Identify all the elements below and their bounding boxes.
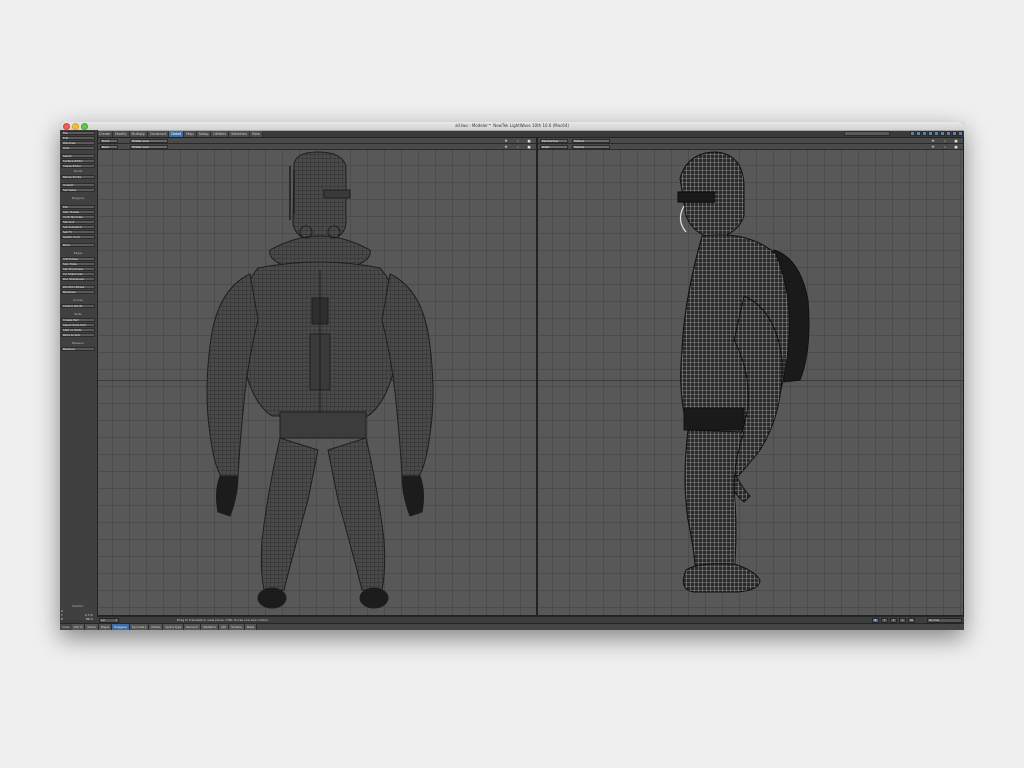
bottom-button-polygons[interactable]: Polygons — [112, 624, 130, 630]
position-z: Z 89 m — [61, 617, 93, 621]
move-icon[interactable]: ✥ — [931, 145, 935, 149]
section-heading-measure: Measure — [72, 341, 84, 345]
sidebar-button-windows[interactable]: Windows — [61, 141, 95, 145]
bottom-button-points[interactable]: Points — [85, 624, 99, 630]
sidebar-button-edit[interactable]: Edit — [61, 136, 95, 140]
section-heading-parts: Parts — [74, 312, 82, 316]
move-icon[interactable]: ✥ — [504, 139, 508, 143]
tool-sidebar: Position X Y 2.7 m Z 89 m File Edit Windows H… — [60, 130, 98, 621]
sidebar-button-split-on-parts[interactable]: Split on Parts — [61, 328, 95, 332]
viewport-grid — [98, 150, 536, 615]
window-title: all.lwo - Modeler™ NewTek LightWave 10th… — [455, 123, 569, 128]
bottom-toolbar: Scale 100 m Points Edges Polygons Symmetry Mod… — [60, 623, 964, 630]
layer-buttons — [910, 131, 963, 136]
view-type-dropdown[interactable]: Front — [100, 139, 118, 143]
section-heading-polygons: Polygons — [71, 196, 85, 200]
maximize-icon[interactable]: ■ — [527, 139, 531, 143]
sidebar-button-spin-edge[interactable]: Spin Edge — [61, 262, 95, 266]
viewport-grid-right — [538, 150, 963, 615]
modeler-window: all.lwo - Modeler™ NewTek LightWave 10th… — [60, 122, 964, 630]
sidebar-button-set-cint[interactable]: Set Cint — [61, 220, 95, 224]
maximize-icon[interactable]: ■ — [527, 145, 531, 149]
bottom-button-info[interactable]: Info — [218, 624, 230, 630]
bottom-button-spline-type[interactable]: Spline Type — [163, 624, 185, 630]
section-heading-curves: Curves — [73, 298, 83, 302]
layer-9-icon[interactable] — [958, 131, 963, 136]
sidebar-button-spin-quads[interactable]: Spin Quads — [61, 210, 95, 214]
sidebar-button-parts-to-sub[interactable]: Parts to Sub — [61, 333, 95, 337]
sidebar-button-select[interactable]: Select — [61, 154, 95, 158]
sidebar-button-merge-points[interactable]: Merge Points — [61, 175, 95, 179]
sidebar-button-control-points[interactable]: Control Points — [61, 304, 95, 308]
layer-2-icon[interactable] — [916, 131, 921, 136]
move-icon[interactable]: ✥ — [504, 145, 508, 149]
maximize-icon[interactable]: ■ — [954, 145, 958, 149]
viewport-front[interactable]: Front Hidden Line ✥ ⌕ ■ Back Hidden Line… — [97, 137, 537, 616]
zoom-icon[interactable]: ⌕ — [943, 145, 947, 149]
sidebar-button-ploytrim-edges[interactable]: PloyTrim Edges — [61, 285, 95, 289]
sidebar-button-measure[interactable]: Measure — [61, 347, 95, 351]
sidebar-button-set-fc[interactable]: Set FC — [61, 230, 95, 234]
zoom-icon[interactable]: ⌕ — [516, 145, 520, 149]
label-scale: Scale — [62, 625, 70, 629]
render-mode-dropdown-right[interactable]: Texture — [572, 139, 610, 143]
sidebar-button-image-editor[interactable]: Image Editor — [61, 164, 95, 168]
bottom-button-numeric[interactable]: Numeric — [184, 624, 202, 630]
sidebar-button-set-sharpness[interactable]: Set Sharpness — [61, 267, 95, 271]
bottom-button-symmetry[interactable]: Symmetry — [129, 624, 150, 630]
layer-1-icon[interactable] — [910, 131, 915, 136]
layer-field[interactable] — [844, 131, 890, 136]
view-type-dropdown-2[interactable]: Back — [100, 145, 118, 149]
sidebar-button-switch-cont[interactable]: Switch Cont — [61, 235, 95, 239]
sidebar-button-set-subpatch[interactable]: Set Subpatch — [61, 225, 95, 229]
layer-8-icon[interactable] — [952, 131, 957, 136]
section-heading-points: Points — [73, 169, 83, 173]
sidebar-button-surface-editor[interactable]: Surface Editor — [61, 159, 95, 163]
sidebar-button-file[interactable]: File — [61, 131, 95, 135]
character-front-wireframe — [206, 151, 434, 609]
render-mode-dropdown-2[interactable]: Hidden Line — [130, 145, 168, 149]
character-side-wireframe — [677, 151, 810, 593]
layer-4-icon[interactable] — [928, 131, 933, 136]
sidebar-button-more[interactable]: More — [61, 243, 95, 247]
sidebar-button-select-parts-part[interactable]: Select Parts Part — [61, 323, 95, 327]
view-type-dropdown-right[interactable]: Perspective — [540, 139, 568, 143]
sidebar-button-dec-sharpness[interactable]: Dec Sharpness — [61, 277, 95, 281]
bottom-button-make[interactable]: Make — [244, 624, 258, 630]
sidebar-button-flip[interactable]: Flip — [61, 205, 95, 209]
section-heading-edges: Edges — [73, 251, 83, 255]
bottom-button-statistics[interactable]: Statistics — [201, 624, 219, 630]
move-icon[interactable]: ✥ — [931, 139, 935, 143]
bottom-button-edges[interactable]: Edges — [98, 624, 113, 630]
title-bar: all.lwo - Modeler™ NewTek LightWave 10th… — [60, 122, 964, 131]
viewport-side[interactable]: Perspective Texture ✥ ⌕ ■ Right Texture … — [537, 137, 964, 616]
maximize-icon[interactable]: ■ — [954, 139, 958, 143]
sidebar-button-set-value[interactable]: Set Value — [61, 188, 95, 192]
position-label: Position — [72, 604, 84, 608]
sidebar-button-unify-normals[interactable]: Unify Normals — [61, 215, 95, 219]
view-type-dropdown-right-2[interactable]: Right — [540, 145, 568, 149]
layer-7-icon[interactable] — [946, 131, 951, 136]
sidebar-button-bandsaw[interactable]: Bandsaw — [61, 290, 95, 294]
sidebar-button-add-edges[interactable]: Add Edges — [61, 257, 95, 261]
bottom-button-100-m[interactable]: 100 m — [71, 624, 86, 630]
bottom-button-surface[interactable]: Surface — [229, 624, 245, 630]
sidebar-button-help[interactable]: Help — [61, 146, 95, 150]
zoom-icon[interactable]: ⌕ — [943, 139, 947, 143]
sidebar-button-unweld[interactable]: Unweld — [61, 183, 95, 187]
layer-5-icon[interactable] — [934, 131, 939, 136]
layer-3-icon[interactable] — [922, 131, 927, 136]
render-mode-dropdown-right-2[interactable]: Texture — [572, 145, 610, 149]
bottom-button-modes[interactable]: Modes — [149, 624, 164, 630]
sidebar-button-inc-sharpness[interactable]: Inc Sharpness — [61, 272, 95, 276]
sidebar-button-create-part[interactable]: Create Part — [61, 318, 95, 322]
render-mode-dropdown[interactable]: Hidden Line — [130, 139, 168, 143]
layer-6-icon[interactable] — [940, 131, 945, 136]
toolbar-right — [844, 130, 964, 137]
zoom-icon[interactable]: ⌕ — [516, 139, 520, 143]
